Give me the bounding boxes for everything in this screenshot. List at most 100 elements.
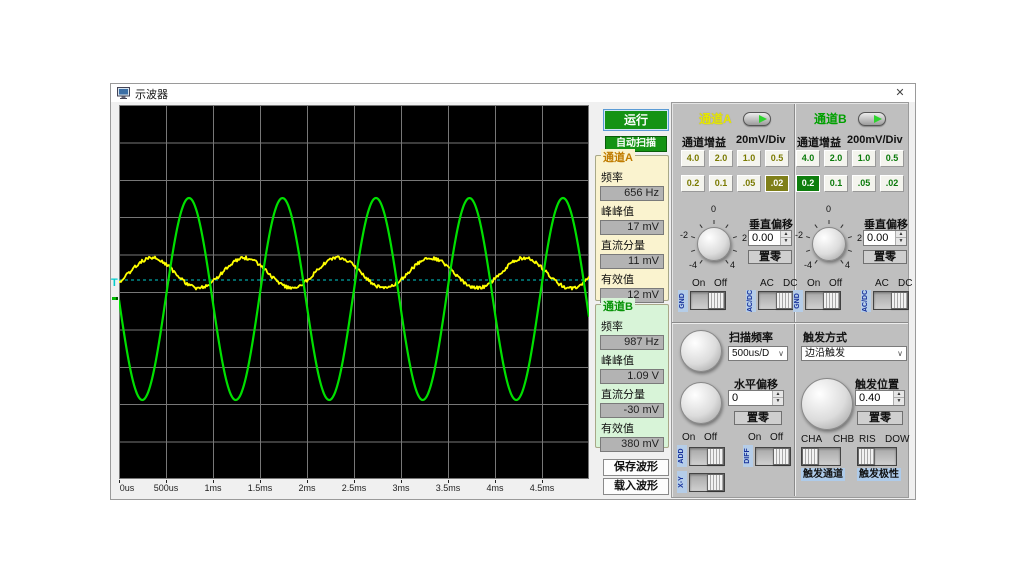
add-off-label: Off: [704, 432, 717, 443]
knobB-knob[interactable]: [812, 227, 846, 261]
gain-button-2.0[interactable]: 2.0: [824, 150, 848, 167]
switch-knob: [891, 292, 908, 309]
cha-label: CHA: [801, 434, 822, 445]
gain-button-4.0[interactable]: 4.0: [796, 150, 820, 167]
trigger-polarity-switch[interactable]: [857, 447, 897, 466]
channel-b-voffset-spinbox[interactable]: ▲▼: [863, 230, 907, 246]
gain-button-.02[interactable]: .02: [880, 175, 904, 192]
gain-button-.05[interactable]: .05: [852, 175, 876, 192]
switch-knob: [823, 292, 840, 309]
sweep-frequency-dropdown[interactable]: 500us/D ∨: [728, 346, 788, 361]
gain-button-0.2[interactable]: 0.2: [681, 175, 705, 192]
measure-value: 656 Hz: [600, 186, 664, 201]
horizontal-zero-button[interactable]: 置零: [734, 411, 782, 425]
gain-button-1.0[interactable]: 1.0: [737, 150, 761, 167]
sweep-frequency-value: 500us/D: [732, 348, 769, 359]
knobA-knob[interactable]: [697, 227, 731, 261]
run-button[interactable]: 运行: [603, 109, 669, 131]
channel-b-zero-marker[interactable]: [112, 297, 118, 300]
channel-a-zero-button[interactable]: 置零: [748, 250, 792, 264]
x-tick-label: 500us: [154, 483, 179, 493]
xy-switch[interactable]: [689, 473, 725, 492]
save-waveform-button[interactable]: 保存波形: [603, 459, 669, 476]
channel-b-coupling-switch[interactable]: [873, 291, 909, 310]
spin-up-icon[interactable]: ▲: [894, 391, 904, 398]
knob-scale-label: 2: [857, 233, 862, 243]
diff-label: DIFF: [743, 445, 753, 467]
spin-up-icon[interactable]: ▲: [773, 391, 783, 398]
measure-value: -30 mV: [600, 403, 664, 418]
diff-switch[interactable]: [755, 447, 791, 466]
gain-button-0.1[interactable]: 0.1: [709, 175, 733, 192]
horizontal-offset-knob[interactable]: [680, 382, 722, 424]
add-label: ADD: [677, 445, 687, 467]
trigger-channel-switch[interactable]: [801, 447, 841, 466]
horizontal-offset-spinbox[interactable]: ▲▼: [728, 390, 784, 406]
channel-b-ac-label: AC: [875, 278, 889, 289]
gain-button-0.5[interactable]: 0.5: [765, 150, 789, 167]
channel-b-voffset-arrows[interactable]: ▲▼: [895, 231, 906, 245]
gain-button-0.5[interactable]: 0.5: [880, 150, 904, 167]
spin-down-icon[interactable]: ▼: [894, 398, 904, 405]
spin-down-icon[interactable]: ▼: [781, 238, 791, 245]
green-indicator-icon: [759, 115, 767, 123]
sweep-frequency-knob[interactable]: [680, 330, 722, 372]
load-waveform-button[interactable]: 载入波形: [603, 478, 669, 495]
channel-a-voffset-arrows[interactable]: ▲▼: [780, 231, 791, 245]
trigger-position-spinbox[interactable]: ▲▼: [855, 390, 905, 406]
diff-off-label: Off: [770, 432, 783, 443]
measure-value: 380 mV: [600, 437, 664, 452]
trigger-zero-button[interactable]: 置零: [857, 411, 903, 425]
knob-scale-label: -2: [795, 230, 803, 240]
dow-label: DOW: [885, 434, 909, 445]
spin-down-icon[interactable]: ▼: [773, 398, 783, 405]
channel-a-voffset-spinbox[interactable]: ▲▼: [748, 230, 792, 246]
gain-button-2.0[interactable]: 2.0: [709, 150, 733, 167]
chevron-down-icon: ∨: [897, 347, 903, 360]
add-switch[interactable]: [689, 447, 725, 466]
channel-a-ac-label: AC: [760, 278, 774, 289]
channel-a-gain-value: 20mV/Div: [736, 134, 786, 146]
trigger-level-marker[interactable]: T: [111, 277, 119, 289]
horizontal-offset-input[interactable]: [729, 391, 772, 405]
gain-button-.05[interactable]: .05: [737, 175, 761, 192]
oscilloscope-window: 示波器 ✕ T 0us500us1ms1.5ms2ms2.5ms3ms3.5ms…: [110, 83, 916, 500]
channel-a-off-label: Off: [714, 278, 727, 289]
horizontal-offset-arrows[interactable]: ▲▼: [772, 391, 783, 405]
channel-a-gain-buttons: 4.02.01.00.5 0.20.1.05.02: [681, 150, 789, 192]
channel-a-voffset-input[interactable]: [749, 231, 780, 245]
gain-button-4.0[interactable]: 4.0: [681, 150, 705, 167]
channel-b-voffset-input[interactable]: [864, 231, 895, 245]
gain-button-0.2[interactable]: 0.2: [796, 175, 820, 192]
trigger-position-arrows[interactable]: ▲▼: [893, 391, 904, 405]
channel-a-coupling-switch[interactable]: [758, 291, 794, 310]
trigger-polarity-label: 触发极性: [857, 468, 901, 481]
channel-b-power-toggle[interactable]: [858, 112, 886, 126]
channel-a-power-toggle[interactable]: [743, 112, 771, 126]
channel-b-measure-title: 通道B: [601, 298, 635, 314]
channel-b-measurements: 通道B 频率987 Hz峰峰值1.09 V直流分量-30 mV有效值380 mV: [595, 304, 669, 448]
measure-label: 频率: [601, 318, 665, 334]
x-tick-label: 4ms: [486, 483, 503, 493]
spin-up-icon[interactable]: ▲: [896, 231, 906, 238]
gain-button-.02[interactable]: .02: [765, 175, 789, 192]
trigger-mode-dropdown[interactable]: 边沿触发 ∨: [801, 346, 907, 361]
ris-label: RIS: [859, 434, 876, 445]
channel-a-gnd-switch[interactable]: [690, 291, 726, 310]
spin-up-icon[interactable]: ▲: [781, 231, 791, 238]
close-button[interactable]: ✕: [885, 84, 915, 102]
trigger-position-input[interactable]: [856, 391, 893, 405]
green-indicator-icon: [874, 115, 882, 123]
measure-label: 有效值: [601, 271, 665, 287]
x-tick-label: 3.5ms: [436, 483, 461, 493]
channel-b-zero-button[interactable]: 置零: [863, 250, 907, 264]
spin-down-icon[interactable]: ▼: [896, 238, 906, 245]
channel-a-gain-label: 通道增益: [682, 134, 726, 150]
knob-scale-label: 0: [711, 204, 716, 214]
gain-button-1.0[interactable]: 1.0: [852, 150, 876, 167]
channel-a-on-label: On: [692, 278, 705, 289]
trigger-level-knob[interactable]: [801, 378, 853, 430]
gain-button-0.1[interactable]: 0.1: [824, 175, 848, 192]
channel-b-gnd-switch[interactable]: [805, 291, 841, 310]
trigger-channel-label: 触发通道: [801, 468, 845, 481]
